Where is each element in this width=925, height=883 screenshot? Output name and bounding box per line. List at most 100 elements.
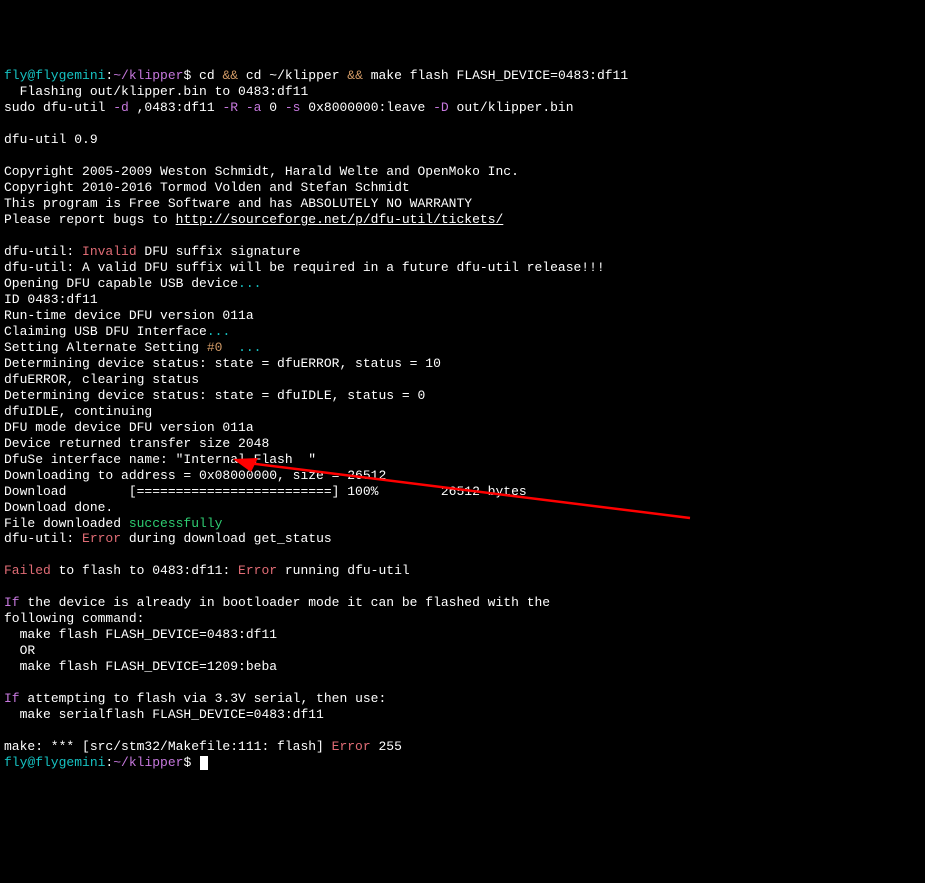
terminal-text-segment: running dfu-util (277, 563, 410, 578)
terminal-line: DFU mode device DFU version 011a (4, 420, 921, 436)
terminal-line (4, 148, 921, 164)
terminal-line (4, 116, 921, 132)
terminal-line: dfu-util: A valid DFU suffix will be req… (4, 260, 921, 276)
terminal-line: DfuSe interface name: "Internal Flash " (4, 452, 921, 468)
terminal-text-segment: during download get_status (121, 531, 332, 546)
terminal-text-segment: make flash FLASH_DEVICE=0483:df11 (4, 627, 277, 642)
terminal-line: If attempting to flash via 3.3V serial, … (4, 691, 921, 707)
terminal-line: make: *** [src/stm32/Makefile:111: flash… (4, 739, 921, 755)
terminal-line: Download [=========================] 100… (4, 484, 921, 500)
terminal-line: sudo dfu-util -d ,0483:df11 -R -a 0 -s 0… (4, 100, 921, 116)
terminal-text-segment: out/klipper.bin (449, 100, 574, 115)
terminal-line: fly@flygemini:~/klipper$ (4, 755, 921, 771)
terminal-line: dfu-util: Invalid DFU suffix signature (4, 244, 921, 260)
terminal-line: Opening DFU capable USB device... (4, 276, 921, 292)
terminal-text-segment: OR (4, 643, 35, 658)
terminal-text-segment: dfu-util 0.9 (4, 132, 98, 147)
terminal-line (4, 675, 921, 691)
terminal-output[interactable]: fly@flygemini:~/klipper$ cd && cd ~/klip… (4, 68, 921, 771)
terminal-text-segment: http://sourceforge.net/p/dfu-util/ticket… (176, 212, 504, 227)
terminal-line: Copyright 2010-2016 Tormod Volden and St… (4, 180, 921, 196)
terminal-text-segment: Copyright 2010-2016 Tormod Volden and St… (4, 180, 410, 195)
terminal-line: Claiming USB DFU Interface... (4, 324, 921, 340)
terminal-text-segment: make serialflash FLASH_DEVICE=0483:df11 (4, 707, 324, 722)
terminal-text-segment: $ (183, 755, 199, 770)
terminal-text-segment: $ cd (183, 68, 222, 83)
terminal-line: make flash FLASH_DEVICE=0483:df11 (4, 627, 921, 643)
terminal-text-segment: dfu-util: A valid DFU suffix will be req… (4, 260, 605, 275)
terminal-text-segment: && (222, 68, 238, 83)
terminal-line (4, 723, 921, 739)
terminal-text-segment: DfuSe interface name: "Internal Flash " (4, 452, 316, 467)
terminal-line: Download done. (4, 500, 921, 516)
terminal-line: Please report bugs to http://sourceforge… (4, 212, 921, 228)
terminal-text-segment: ~/klipper (113, 755, 183, 770)
terminal-text-segment: successfully (129, 516, 223, 531)
terminal-text-segment: Download done. (4, 500, 113, 515)
terminal-text-segment: dfu-util: (4, 244, 82, 259)
terminal-text-segment: Run-time device DFU version 011a (4, 308, 254, 323)
terminal-text-segment: attempting to flash via 3.3V serial, the… (20, 691, 387, 706)
terminal-text-segment: cd ~/klipper (238, 68, 347, 83)
terminal-line (4, 228, 921, 244)
terminal-text-segment: 255 (371, 739, 402, 754)
terminal-text-segment: DFU mode device DFU version 011a (4, 420, 254, 435)
terminal-text-segment: sudo dfu-util (4, 100, 113, 115)
terminal-text-segment: 0 (261, 100, 284, 115)
terminal-text-segment: File downloaded (4, 516, 129, 531)
terminal-text-segment: Copyright 2005-2009 Weston Schmidt, Hara… (4, 164, 519, 179)
terminal-text-segment: Downloading to address = 0x08000000, siz… (4, 468, 386, 483)
terminal-text-segment: ... (238, 276, 261, 291)
terminal-text-segment: dfu-util: (4, 531, 82, 546)
terminal-line: dfu-util 0.9 (4, 132, 921, 148)
terminal-text-segment: ID 0483:df11 (4, 292, 98, 307)
terminal-line: If the device is already in bootloader m… (4, 595, 921, 611)
terminal-text-segment: Please report bugs to (4, 212, 176, 227)
terminal-line (4, 579, 921, 595)
terminal-text-segment: Error (332, 739, 371, 754)
terminal-line: This program is Free Software and has AB… (4, 196, 921, 212)
terminal-text-segment: Determining device status: state = dfuID… (4, 388, 425, 403)
terminal-line: dfuERROR, clearing status (4, 372, 921, 388)
terminal-text-segment: If (4, 691, 20, 706)
terminal-line: following command: (4, 611, 921, 627)
terminal-text-segment: If (4, 595, 20, 610)
terminal-text-segment: Error (82, 531, 121, 546)
terminal-line: OR (4, 643, 921, 659)
terminal-text-segment: Opening DFU capable USB device (4, 276, 238, 291)
terminal-text-segment: dfuERROR, clearing status (4, 372, 199, 387)
terminal-line: File downloaded successfully (4, 516, 921, 532)
terminal-text-segment: -s (285, 100, 301, 115)
terminal-text-segment: the device is already in bootloader mode… (20, 595, 551, 610)
terminal-text-segment: dfuIDLE, continuing (4, 404, 152, 419)
terminal-text-segment: make flash FLASH_DEVICE=0483:df11 (363, 68, 628, 83)
terminal-text-segment: Claiming USB DFU Interface (4, 324, 207, 339)
terminal-text-segment: make: *** [src/stm32/Makefile:111: flash… (4, 739, 332, 754)
terminal-line: Determining device status: state = dfuID… (4, 388, 921, 404)
terminal-text-segment: Flashing out/klipper.bin to 0483:df11 (4, 84, 308, 99)
terminal-line: Device returned transfer size 2048 (4, 436, 921, 452)
terminal-text-segment: make flash FLASH_DEVICE=1209:beba (4, 659, 277, 674)
terminal-text-segment: : (105, 755, 113, 770)
terminal-text-segment: fly@flygemini (4, 755, 105, 770)
terminal-line: Setting Alternate Setting #0 ... (4, 340, 921, 356)
terminal-text-segment: Failed (4, 563, 51, 578)
terminal-text-segment: ~/klipper (113, 68, 183, 83)
terminal-line: Flashing out/klipper.bin to 0483:df11 (4, 84, 921, 100)
terminal-text-segment: ... (238, 340, 261, 355)
terminal-line: Determining device status: state = dfuER… (4, 356, 921, 372)
terminal-line: Run-time device DFU version 011a (4, 308, 921, 324)
terminal-text-segment: to flash to 0483:df11: (51, 563, 238, 578)
terminal-text-segment: -D (433, 100, 449, 115)
terminal-line: Downloading to address = 0x08000000, siz… (4, 468, 921, 484)
terminal-text-segment: -d (113, 100, 129, 115)
terminal-text-segment: following command: (4, 611, 144, 626)
terminal-line: dfuIDLE, continuing (4, 404, 921, 420)
terminal-text-segment: DFU suffix signature (137, 244, 301, 259)
terminal-line: make serialflash FLASH_DEVICE=0483:df11 (4, 707, 921, 723)
terminal-text-segment: Determining device status: state = dfuER… (4, 356, 441, 371)
terminal-text-segment: This program is Free Software and has AB… (4, 196, 472, 211)
terminal-text-segment: Device returned transfer size 2048 (4, 436, 269, 451)
terminal-text-segment: ... (207, 324, 230, 339)
terminal-line: fly@flygemini:~/klipper$ cd && cd ~/klip… (4, 68, 921, 84)
